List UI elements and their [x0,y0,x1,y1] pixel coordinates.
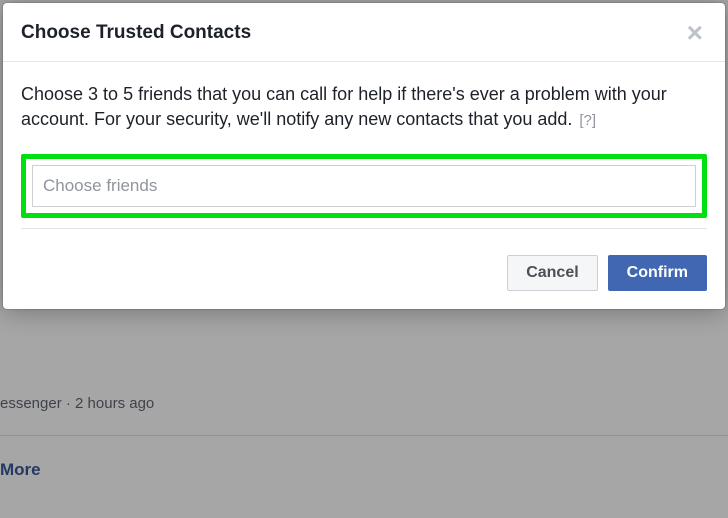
modal-footer: Cancel Confirm [3,239,725,309]
modal-title: Choose Trusted Contacts [21,22,251,44]
modal-description-text: Choose 3 to 5 friends that you can call … [21,84,667,129]
cancel-button[interactable]: Cancel [507,255,597,291]
choose-friends-input[interactable] [32,165,696,207]
close-icon[interactable]: × [683,19,707,47]
modal-description: Choose 3 to 5 friends that you can call … [21,82,707,132]
help-icon[interactable]: [?] [579,112,596,129]
input-highlight [21,154,707,218]
body-divider [21,228,707,229]
confirm-button[interactable]: Confirm [608,255,707,291]
trusted-contacts-modal: Choose Trusted Contacts × Choose 3 to 5 … [3,3,725,309]
modal-body: Choose 3 to 5 friends that you can call … [3,62,725,239]
modal-header: Choose Trusted Contacts × [3,3,725,62]
